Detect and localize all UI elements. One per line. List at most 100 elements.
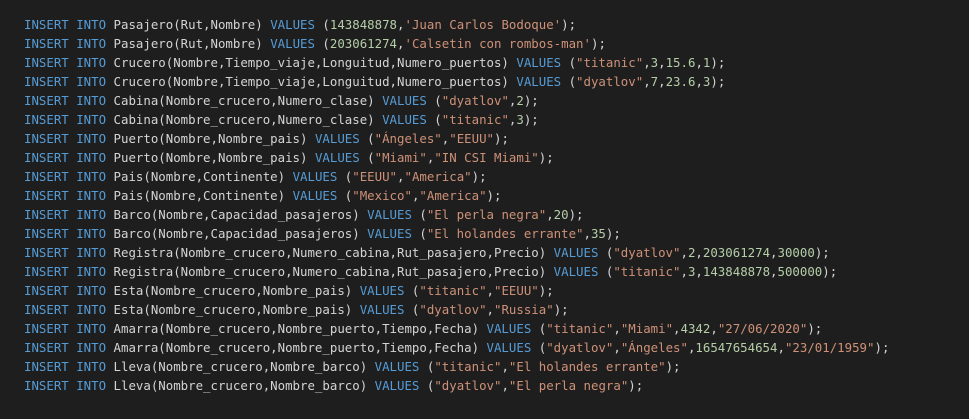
sql-string-literal: "Ángeles" bbox=[374, 131, 442, 146]
sql-text: ); bbox=[710, 55, 726, 70]
code-line[interactable]: INSERT INTO Registra(Nombre_crucero,Nume… bbox=[24, 262, 969, 281]
sql-string-literal: "El holandes errante" bbox=[508, 359, 666, 374]
sql-keyword: INSERT INTO bbox=[24, 226, 107, 241]
code-line[interactable]: INSERT INTO Pais(Nombre,Continente) VALU… bbox=[24, 186, 969, 205]
code-line[interactable]: INSERT INTO Pais(Nombre,Continente) VALU… bbox=[24, 167, 969, 186]
sql-text: , bbox=[486, 302, 494, 317]
sql-string-literal: "Miami" bbox=[374, 150, 427, 165]
sql-keyword: VALUES bbox=[292, 169, 338, 184]
sql-text: , bbox=[546, 207, 554, 222]
sql-text: , bbox=[777, 340, 785, 355]
sql-text: Cabina(Nombre_crucero,Numero_clase) bbox=[106, 93, 383, 108]
sql-text: Registra(Nombre_crucero,Numero_cabina,Ru… bbox=[106, 245, 554, 260]
sql-text: Esta(Nombre_crucero,Nombre_pais) bbox=[106, 283, 360, 298]
code-line[interactable]: INSERT INTO Crucero(Nombre,Tiempo_viaje,… bbox=[24, 53, 969, 72]
sql-text: Esta(Nombre_crucero,Nombre_pais) bbox=[106, 302, 360, 317]
sql-keyword: VALUES bbox=[314, 131, 360, 146]
code-line[interactable]: INSERT INTO Esta(Nombre_crucero,Nombre_p… bbox=[24, 281, 969, 300]
sql-text: Lleva(Nombre_crucero,Nombre_barco) bbox=[106, 378, 375, 393]
sql-text: ); bbox=[590, 36, 606, 51]
code-line[interactable]: INSERT INTO Esta(Nombre_crucero,Nombre_p… bbox=[24, 300, 969, 319]
code-editor[interactable]: INSERT INTO Pasajero(Rut,Nombre) VALUES … bbox=[0, 0, 969, 419]
sql-string-literal: "titanic" bbox=[546, 321, 614, 336]
sql-keyword: INSERT INTO bbox=[24, 264, 107, 279]
sql-text: Amarra(Nombre_crucero,Nombre_puerto,Tiem… bbox=[106, 340, 487, 355]
sql-number-literal: 16547654654 bbox=[695, 340, 778, 355]
sql-keyword: VALUES bbox=[359, 283, 405, 298]
sql-string-literal: "titanic" bbox=[613, 264, 681, 279]
code-line[interactable]: INSERT INTO Cabina(Nombre_crucero,Numero… bbox=[24, 110, 969, 129]
sql-string-literal: "America" bbox=[404, 169, 472, 184]
sql-text: ( bbox=[419, 359, 435, 374]
sql-string-literal: "El perla negra" bbox=[426, 207, 547, 222]
sql-text: ( bbox=[426, 112, 442, 127]
sql-text: , bbox=[770, 264, 778, 279]
sql-text: Puerto(Nombre,Nombre_pais) bbox=[106, 150, 315, 165]
sql-text: ( bbox=[404, 283, 420, 298]
sql-string-literal: 'Juan Carlos Bodoque' bbox=[404, 17, 562, 32]
code-line[interactable]: INSERT INTO Pasajero(Rut,Nombre) VALUES … bbox=[24, 34, 969, 53]
sql-keyword: INSERT INTO bbox=[24, 17, 107, 32]
sql-keyword: VALUES bbox=[553, 245, 599, 260]
sql-string-literal: "dyatlov" bbox=[613, 245, 681, 260]
sql-text: Puerto(Nombre,Nombre_pais) bbox=[106, 131, 315, 146]
sql-number-literal: 2 bbox=[516, 93, 524, 108]
sql-keyword: INSERT INTO bbox=[24, 74, 107, 89]
sql-string-literal: "IN CSI Miami" bbox=[434, 150, 539, 165]
sql-text: ( bbox=[598, 264, 614, 279]
sql-string-literal: 'Calsetin con rombos-man' bbox=[404, 36, 591, 51]
sql-string-literal: "America" bbox=[419, 188, 487, 203]
sql-keyword: INSERT INTO bbox=[24, 207, 107, 222]
sql-string-literal: "titanic" bbox=[434, 359, 502, 374]
sql-text: Cabina(Nombre_crucero,Numero_clase) bbox=[106, 112, 383, 127]
sql-string-literal: "dyatlov" bbox=[441, 93, 509, 108]
sql-keyword: INSERT INTO bbox=[24, 321, 107, 336]
code-line[interactable]: INSERT INTO Amarra(Nombre_crucero,Nombre… bbox=[24, 319, 969, 338]
sql-keyword: INSERT INTO bbox=[24, 245, 107, 260]
sql-keyword: INSERT INTO bbox=[24, 283, 107, 298]
sql-text: , bbox=[658, 74, 666, 89]
sql-text: ( bbox=[411, 207, 427, 222]
code-line[interactable]: INSERT INTO Amarra(Nombre_crucero,Nombre… bbox=[24, 338, 969, 357]
code-line[interactable]: INSERT INTO Crucero(Nombre,Tiempo_viaje,… bbox=[24, 72, 969, 91]
sql-text: , bbox=[680, 264, 688, 279]
sql-text: , bbox=[680, 245, 688, 260]
sql-text: , bbox=[583, 226, 591, 241]
code-line[interactable]: INSERT INTO Barco(Nombre,Capacidad_pasaj… bbox=[24, 205, 969, 224]
sql-text: , bbox=[613, 340, 621, 355]
sql-keyword: VALUES bbox=[486, 340, 532, 355]
code-line[interactable]: INSERT INTO Pasajero(Rut,Nombre) VALUES … bbox=[24, 15, 969, 34]
sql-keyword: VALUES bbox=[367, 207, 412, 222]
sql-number-literal: 35 bbox=[590, 226, 606, 241]
sql-string-literal: "Mexico" bbox=[352, 188, 412, 203]
sql-number-literal: 3 bbox=[516, 112, 524, 127]
sql-keyword: VALUES bbox=[292, 188, 338, 203]
sql-text: , bbox=[695, 55, 703, 70]
code-line[interactable]: INSERT INTO Barco(Nombre,Capacidad_pasaj… bbox=[24, 224, 969, 243]
code-line[interactable]: INSERT INTO Puerto(Nombre,Nombre_pais) V… bbox=[24, 148, 969, 167]
sql-text: ); bbox=[471, 169, 487, 184]
sql-text: , bbox=[770, 245, 778, 260]
sql-text: Crucero(Nombre,Tiempo_viaje,Longuitud,Nu… bbox=[106, 55, 517, 70]
sql-text: ( bbox=[561, 74, 577, 89]
sql-text: , bbox=[695, 245, 703, 260]
sql-text: , bbox=[695, 74, 703, 89]
sql-keyword: VALUES bbox=[486, 321, 532, 336]
sql-text: ( bbox=[561, 55, 577, 70]
sql-string-literal: "titanic" bbox=[576, 55, 644, 70]
sql-text: ); bbox=[814, 245, 830, 260]
sql-text: ( bbox=[426, 93, 442, 108]
code-line[interactable]: INSERT INTO Registra(Nombre_crucero,Nume… bbox=[24, 243, 969, 262]
sql-text: ( bbox=[419, 378, 435, 393]
sql-keyword: INSERT INTO bbox=[24, 169, 107, 184]
sql-keyword: VALUES bbox=[270, 36, 315, 51]
sql-text: ); bbox=[523, 112, 539, 127]
code-line[interactable]: INSERT INTO Puerto(Nombre,Nombre_pais) V… bbox=[24, 129, 969, 148]
code-line[interactable]: INSERT INTO Lleva(Nombre_crucero,Nombre_… bbox=[24, 376, 969, 395]
sql-number-literal: 203061274 bbox=[702, 245, 771, 260]
sql-text: , bbox=[710, 321, 718, 336]
sql-string-literal: "EEUU" bbox=[449, 131, 494, 146]
code-line[interactable]: INSERT INTO Cabina(Nombre_crucero,Numero… bbox=[24, 91, 969, 110]
sql-text: Barco(Nombre,Capacidad_pasajeros) bbox=[106, 207, 368, 222]
code-line[interactable]: INSERT INTO Lleva(Nombre_crucero,Nombre_… bbox=[24, 357, 969, 376]
